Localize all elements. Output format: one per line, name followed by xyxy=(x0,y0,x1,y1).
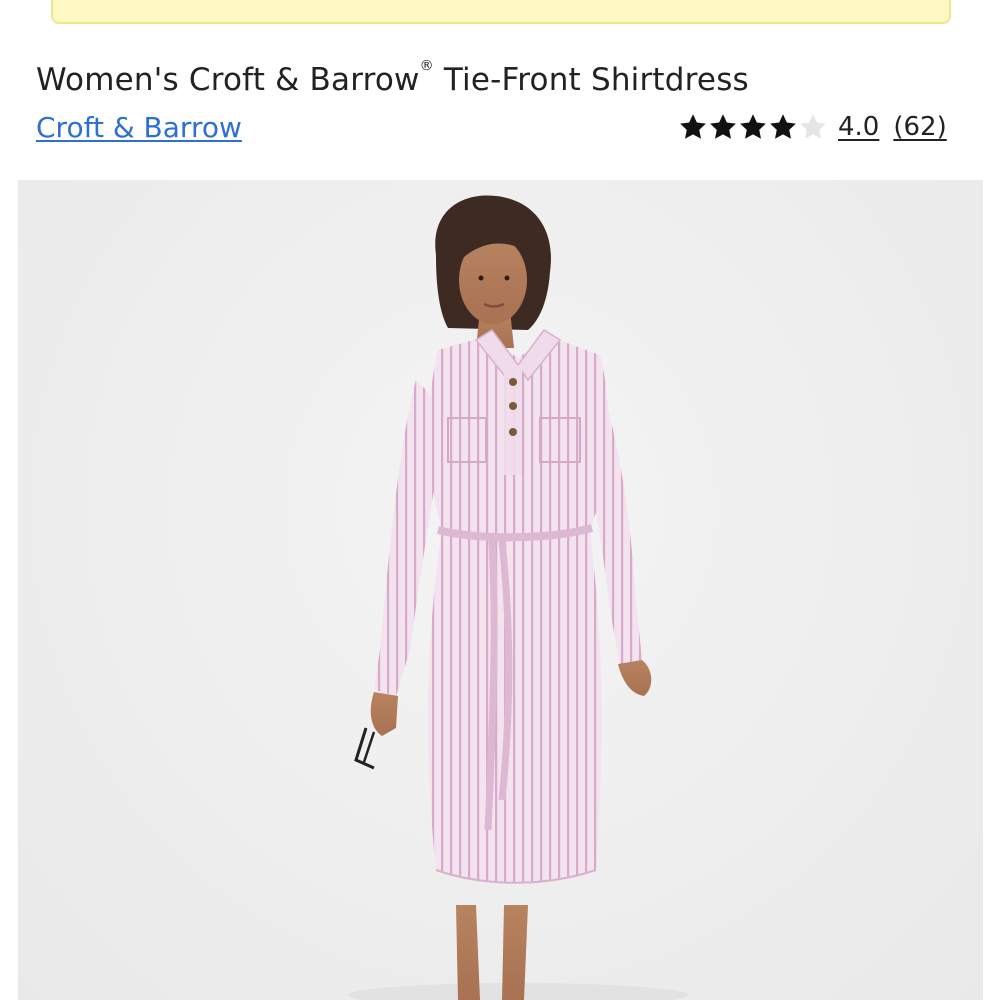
registered-mark: ® xyxy=(419,58,434,74)
product-image[interactable] xyxy=(18,180,983,1000)
star-rating xyxy=(678,112,828,142)
star-icon-3 xyxy=(740,114,766,139)
star-icon-4 xyxy=(770,114,796,139)
star-icon-5-empty xyxy=(800,114,826,139)
top-banner xyxy=(51,0,951,24)
rating-value[interactable]: 4.0 xyxy=(838,112,879,142)
review-count-link[interactable]: (62) xyxy=(893,112,946,142)
brand-link[interactable]: Croft & Barrow xyxy=(36,111,242,144)
rating-summary[interactable]: 4.0 (62) xyxy=(678,106,947,148)
star-icon-1 xyxy=(680,114,706,139)
product-title-main: Women's Croft & Barrow xyxy=(36,62,420,98)
product-title-rest: Tie-Front Shirtdress xyxy=(433,62,749,98)
product-title: Women's Croft & Barrow® Tie-Front Shirtd… xyxy=(36,58,966,98)
star-icon-2 xyxy=(710,114,736,139)
product-photo xyxy=(348,195,688,1000)
